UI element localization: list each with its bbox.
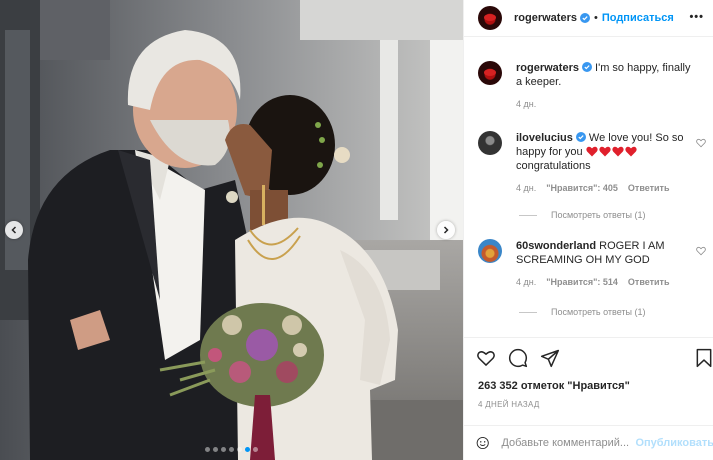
- comment-text-after: congratulations: [516, 160, 591, 172]
- author-avatar[interactable]: [478, 6, 502, 30]
- post-side-panel: rogerwaters • Подписаться ••• rogerwater…: [463, 0, 713, 460]
- emoji-icon[interactable]: [476, 433, 489, 453]
- comment-composer: Опубликовать: [464, 425, 713, 460]
- carousel-indicator: [0, 447, 463, 452]
- caption-time[interactable]: 4 дн.: [516, 97, 536, 111]
- publish-button[interactable]: Опубликовать: [635, 437, 713, 449]
- post-header: rogerwaters • Подписаться •••: [464, 0, 713, 37]
- comment-meta: 4 дн. "Нравится": 405 Ответить: [516, 181, 696, 195]
- comment-body: 60swonderland ROGER I AM SCREAMING OH MY…: [516, 239, 696, 289]
- view-replies-label: Посмотреть ответы (1): [551, 210, 646, 220]
- header-separator: •: [593, 12, 598, 24]
- carousel-dot: [221, 447, 226, 452]
- red-heart-icon: [586, 146, 598, 157]
- caption-item: rogerwaters I'm so happy, finally a keep…: [478, 61, 710, 111]
- carousel-dot: [213, 447, 218, 452]
- view-replies-button[interactable]: Посмотреть ответы (1): [519, 307, 646, 317]
- like-comment-heart-icon[interactable]: [696, 246, 706, 256]
- carousel-dot: [253, 447, 258, 452]
- comment-time[interactable]: 4 дн.: [516, 275, 536, 289]
- red-heart-icon: [599, 146, 611, 157]
- more-options-button[interactable]: •••: [689, 11, 704, 23]
- comment-item: 60swonderland ROGER I AM SCREAMING OH MY…: [478, 239, 710, 289]
- caption-meta: 4 дн.: [516, 97, 696, 111]
- comment-username[interactable]: 60swonderland: [516, 240, 596, 252]
- comment-icon[interactable]: [508, 348, 528, 368]
- replies-divider: [519, 214, 537, 216]
- author-username[interactable]: rogerwaters: [514, 12, 577, 24]
- post-timestamp[interactable]: 4 ДНЕЙ НАЗАД: [478, 400, 540, 409]
- verified-badge-icon: [579, 13, 590, 23]
- comment-input[interactable]: [501, 437, 632, 449]
- comment-likes[interactable]: "Нравится": 514: [546, 275, 618, 289]
- red-heart-icon: [625, 146, 637, 157]
- verified-badge-icon: [575, 132, 586, 142]
- likes-count[interactable]: 263 352 отметок "Нравится": [478, 380, 630, 392]
- post-photo[interactable]: [0, 0, 463, 460]
- previous-slide-button[interactable]: [5, 221, 23, 239]
- comment-body: ilovelucius We love you! So so happy for…: [516, 131, 696, 195]
- caption-body: rogerwaters I'm so happy, finally a keep…: [516, 61, 696, 111]
- follow-button[interactable]: Подписаться: [602, 12, 674, 24]
- heart-emoji-row: [586, 146, 638, 158]
- verified-badge-icon: [581, 62, 592, 72]
- bookmark-icon[interactable]: [694, 348, 713, 368]
- comment-meta: 4 дн. "Нравится": 514 Ответить: [516, 275, 696, 289]
- view-replies-button[interactable]: Посмотреть ответы (1): [519, 210, 646, 220]
- chevron-right-icon: [443, 226, 449, 234]
- caption-avatar[interactable]: [478, 61, 502, 85]
- replies-divider: [519, 311, 537, 313]
- red-heart-icon: [612, 146, 624, 157]
- reply-button[interactable]: Ответить: [628, 181, 670, 195]
- comment-item: ilovelucius We love you! So so happy for…: [478, 131, 710, 195]
- wedding-photo: [0, 0, 463, 460]
- comments-list: rogerwaters I'm so happy, finally a keep…: [464, 37, 713, 337]
- chevron-left-icon: [11, 226, 17, 234]
- caption-username[interactable]: rogerwaters: [516, 62, 579, 74]
- reply-button[interactable]: Ответить: [628, 275, 670, 289]
- heart-icon[interactable]: [476, 348, 496, 368]
- commenter-avatar[interactable]: [478, 131, 502, 155]
- comment-likes[interactable]: "Нравится": 405: [546, 181, 618, 195]
- comment-username[interactable]: ilovelucius: [516, 132, 573, 144]
- carousel-dot: [237, 447, 242, 452]
- comment-time[interactable]: 4 дн.: [516, 181, 536, 195]
- share-icon[interactable]: [540, 348, 560, 368]
- carousel-dot: [229, 447, 234, 452]
- action-bar: [464, 337, 713, 377]
- view-replies-label: Посмотреть ответы (1): [551, 307, 646, 317]
- like-comment-heart-icon[interactable]: [696, 138, 706, 148]
- next-slide-button[interactable]: [437, 221, 455, 239]
- instagram-post: rogerwaters • Подписаться ••• rogerwater…: [0, 0, 713, 460]
- carousel-dot: [205, 447, 210, 452]
- carousel-dot: [245, 447, 250, 452]
- commenter-avatar[interactable]: [478, 239, 502, 263]
